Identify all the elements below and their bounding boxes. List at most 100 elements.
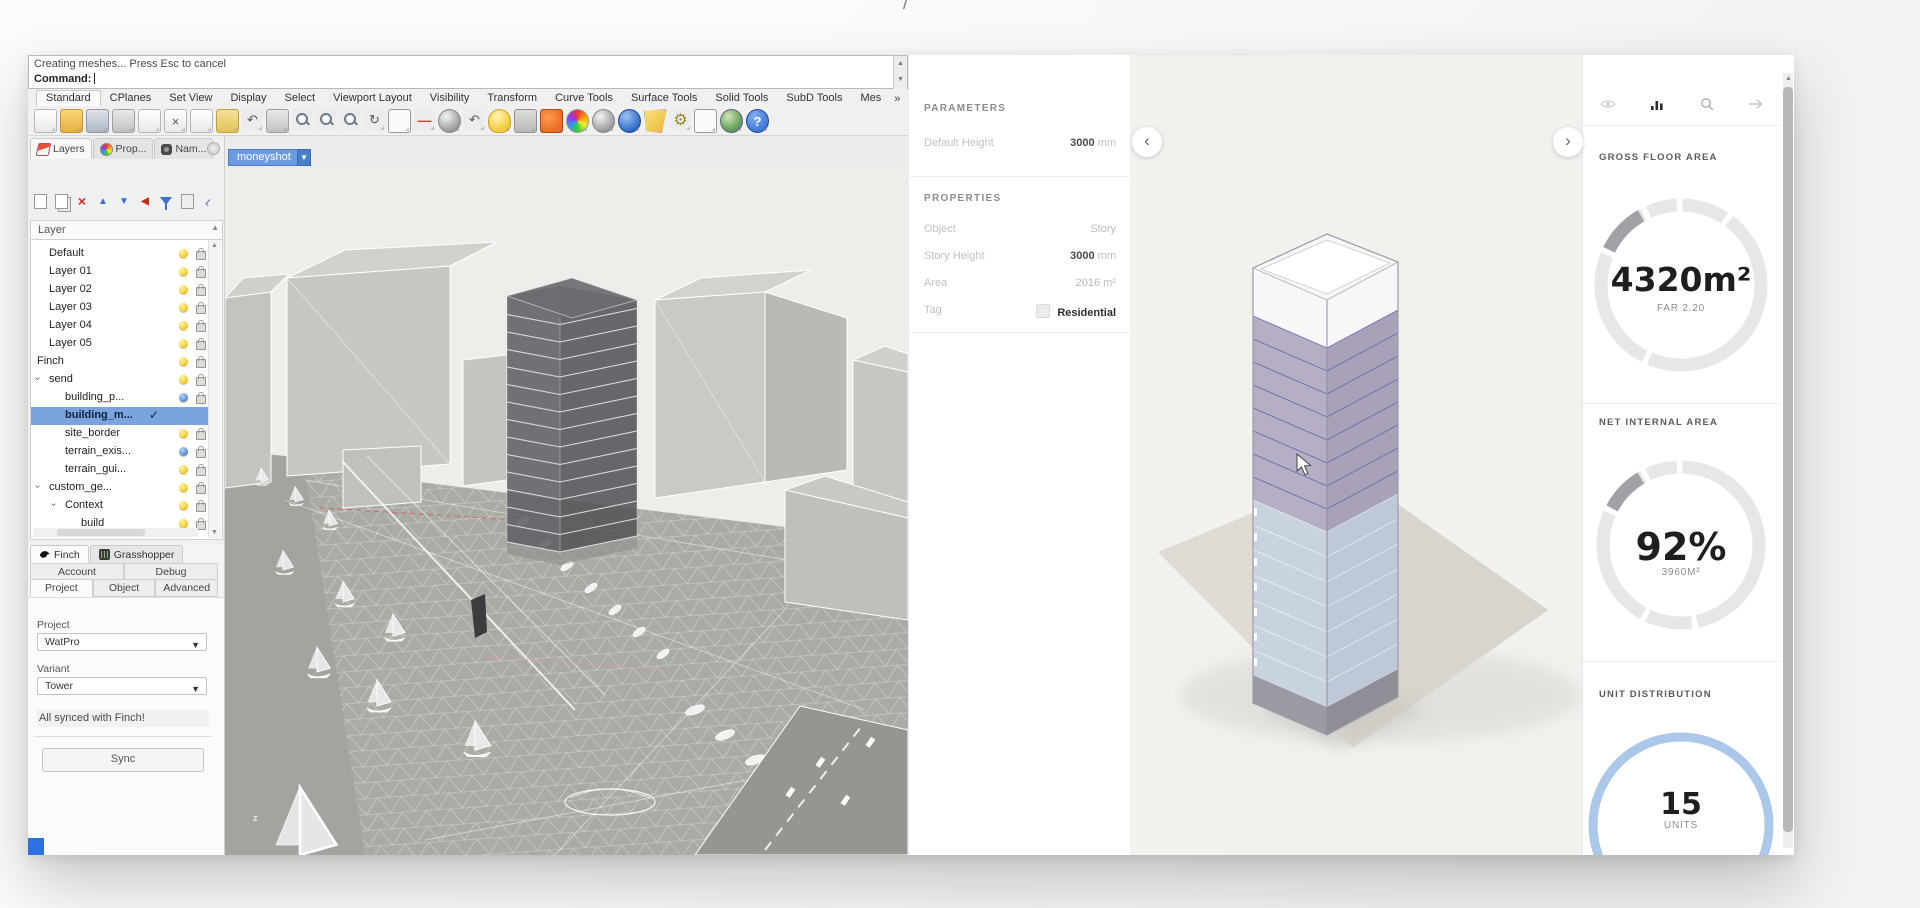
layer-visibility-bulb-icon[interactable] [179,339,188,348]
toolbar-tab-surface-tools[interactable]: Surface Tools [622,91,706,106]
layer-lock-icon[interactable] [196,320,206,332]
toolbar-tab-solid-tools[interactable]: Solid Tools [706,91,777,106]
lock-icon[interactable] [514,109,537,133]
options-gear-icon[interactable]: ⚙ [670,109,691,131]
open-file-icon[interactable] [60,109,83,133]
toolbar-tab-set-view[interactable]: Set View [160,91,221,106]
viewport-tab-moneyshot[interactable]: moneyshot [228,149,300,166]
print-icon[interactable] [112,109,135,133]
scroll-down-icon[interactable]: ▼ [894,72,907,88]
layer-visibility-bulb-icon[interactable] [179,447,188,456]
chevron-down-icon[interactable]: › [31,359,32,362]
scroll-down-icon[interactable]: ▼ [211,529,218,536]
layer-lock-icon[interactable] [196,482,206,494]
layer-lock-icon[interactable] [196,302,206,314]
layer-visibility-bulb-icon[interactable] [179,519,188,528]
plugin-tab-grasshopper[interactable]: Grasshopper [89,545,184,563]
layer-visibility-bulb-icon[interactable] [179,249,188,258]
layer-row-layer-04[interactable]: Layer 04 [31,317,210,335]
sync-button[interactable]: Sync [42,748,204,772]
paste-icon[interactable] [216,109,239,133]
lightbulb-icon[interactable] [488,109,511,133]
toolbar-overflow-icon[interactable]: » [890,92,904,106]
plugin-subtab-object[interactable]: Object [92,579,156,597]
selected-building-mass[interactable] [505,277,639,553]
panel-tab-nam[interactable]: Nam... [154,138,214,159]
panel-options-icon[interactable] [207,142,220,155]
new-layer-icon[interactable] [32,193,48,209]
match-properties-icon[interactable] [179,193,195,209]
command-prompt[interactable]: Command: [34,73,96,85]
scroll-up-icon[interactable]: ▲ [211,223,219,232]
chevron-down-icon[interactable]: › [32,377,43,380]
layer-lock-icon[interactable] [196,356,206,368]
layer-lock-icon[interactable] [196,374,206,386]
layer-row-building-m[interactable]: building_m... ✓ [31,407,210,425]
undo-icon[interactable]: ↶ [242,109,263,131]
layer-list-header[interactable]: Layer ▲ [30,220,223,240]
zoom-extents-icon[interactable] [340,109,361,131]
rotate-view-icon[interactable]: ↻ [364,109,385,131]
toolbar-tab-standard[interactable]: Standard [36,90,101,106]
scroll-thumb[interactable] [57,529,145,536]
toolbar-tab-subd-tools[interactable]: SubD Tools [777,91,851,106]
command-area[interactable]: Creating meshes... Press Esc to cancel C… [28,55,908,90]
layer-visibility-bulb-icon[interactable] [179,375,188,384]
arrow-right-icon[interactable] [1747,95,1765,118]
toolbar-tab-select[interactable]: Select [276,91,325,106]
zoom-window-icon[interactable] [316,109,337,131]
box-edit-icon[interactable] [694,109,717,133]
scroll-up-icon[interactable]: ▲ [1785,75,1792,82]
help-icon[interactable]: ? [746,109,769,133]
notes-icon[interactable] [644,109,667,133]
layer-row-finch[interactable]: › Finch [31,353,210,371]
toolbar-tab-mes[interactable]: Mes [851,91,890,106]
field-row-object[interactable]: Object Story [924,223,1116,239]
new-sublayer-icon[interactable] [53,193,69,209]
layer-lock-icon[interactable] [196,500,206,512]
project-select[interactable]: WatPro ▼ [37,633,207,651]
plugin-subtab-project[interactable]: Project [30,579,93,597]
filter-icon[interactable] [158,193,174,210]
layer-visibility-bulb-icon[interactable] [179,285,188,294]
copy-icon[interactable] [190,109,213,133]
delete-layer-icon[interactable]: × [74,193,90,209]
layer-row-site-border[interactable]: site_border [31,425,210,443]
layer-row-layer-03[interactable]: Layer 03 [31,299,210,317]
layer-visibility-bulb-icon[interactable] [179,303,188,312]
cut-icon[interactable]: × [164,109,187,133]
layer-visibility-bulb-icon[interactable] [179,501,188,510]
variant-select[interactable]: Tower ▼ [37,677,207,695]
rhino-3d-viewport[interactable]: z [225,167,908,855]
viewport-tab-dropdown-icon[interactable]: ▼ [297,149,311,166]
world-globe-icon[interactable] [720,109,743,133]
layer-visibility-bulb-icon[interactable] [179,267,188,276]
layer-tools-icon[interactable]: ⌐ [200,193,216,209]
plugin-subtab-advanced[interactable]: Advanced [155,579,219,597]
layer-row-layer-01[interactable]: Layer 01 [31,263,210,281]
toolbar-tab-viewport-layout[interactable]: Viewport Layout [324,91,421,106]
current-layer-icon[interactable]: ◀ [137,193,153,209]
toolbar-tab-transform[interactable]: Transform [478,91,546,106]
layer-visibility-bulb-icon[interactable] [179,483,188,492]
scroll-thumb[interactable] [1783,87,1793,832]
layer-row-terrain-exis[interactable]: terrain_exis... [31,443,210,461]
layer-visibility-bulb-icon[interactable] [179,465,188,474]
layer-lock-icon[interactable] [196,284,206,296]
search-icon[interactable] [1698,95,1716,118]
toolbar-tab-display[interactable]: Display [221,91,275,106]
export-icon[interactable] [138,109,161,133]
layer-lock-icon[interactable] [196,266,206,278]
color-wheel-icon[interactable] [566,109,589,133]
undo-view-icon[interactable]: ↶ [464,109,485,131]
layer-row-default[interactable]: Default [31,245,210,263]
grid-table-icon[interactable] [388,109,411,133]
layer-row-building-p[interactable]: building_p... [31,389,210,407]
bar-chart-icon[interactable] [1648,95,1666,118]
layer-lock-icon[interactable] [196,446,206,458]
toolbar-tab-curve-tools[interactable]: Curve Tools [546,91,622,106]
chevron-down-icon[interactable]: › [48,503,59,506]
shaded-sphere-icon[interactable] [438,109,461,133]
field-row-story-height[interactable]: Story Height 3000 mm [924,250,1116,266]
save-icon[interactable] [86,109,109,133]
